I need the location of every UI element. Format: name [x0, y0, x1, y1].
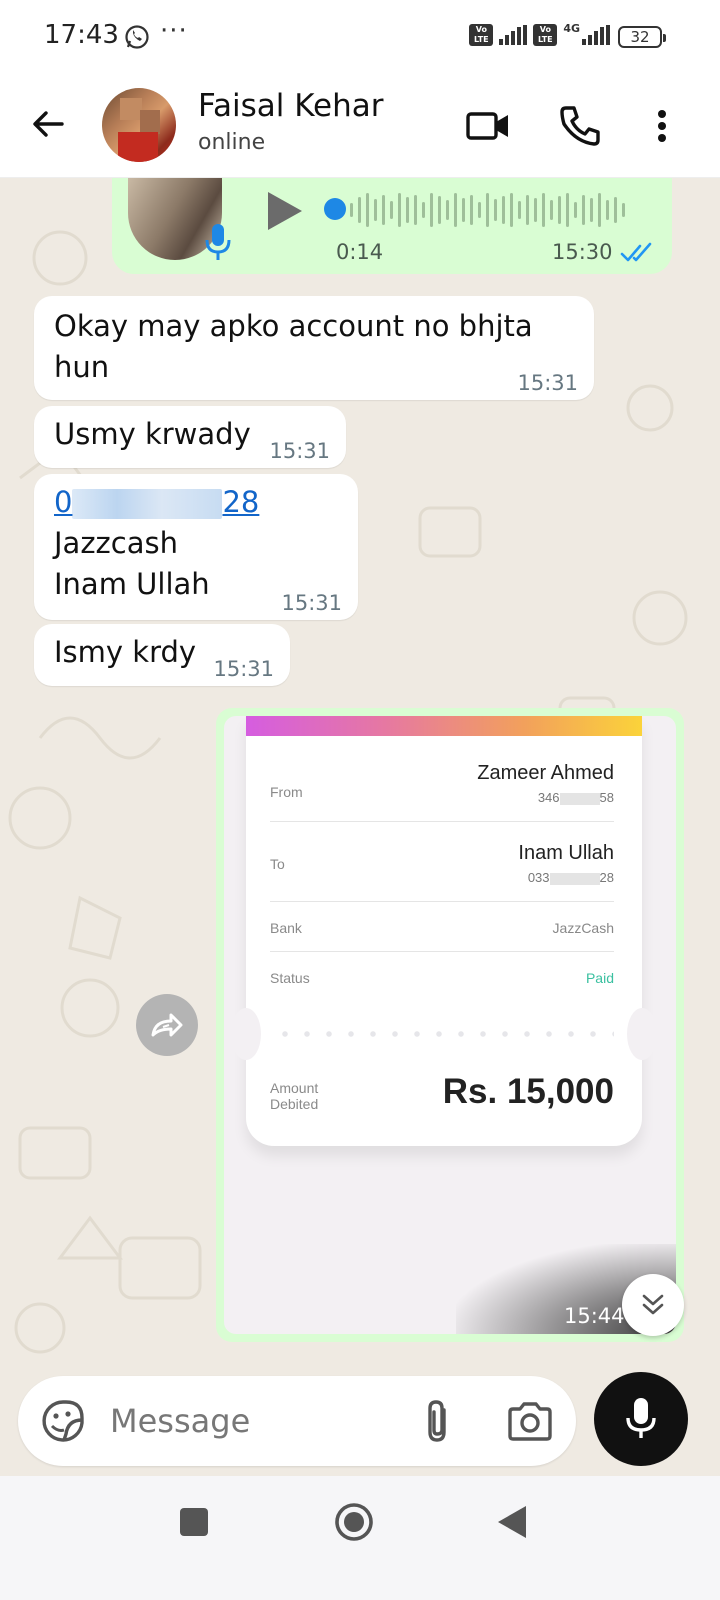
- message-text: Okay may apko account no bhjta: [54, 309, 533, 343]
- video-call-icon[interactable]: [464, 102, 512, 150]
- voice-waveform[interactable]: [350, 192, 650, 228]
- receipt-notch-right: [627, 1008, 657, 1060]
- signal-icon-2: [582, 25, 610, 45]
- receipt-to-label: To: [270, 856, 285, 872]
- back-button[interactable]: [496, 1504, 528, 1540]
- signal-icon: [499, 25, 528, 45]
- receipt-from-name: Zameer Ahmed: [477, 762, 614, 784]
- receipt-from-number: 346 58: [537, 790, 614, 805]
- receipt-to-number: 033 28: [527, 870, 614, 885]
- image-message-bubble[interactable]: From Zameer Ahmed 346 58 To Inam Ullah 03…: [216, 708, 684, 1342]
- phone-icon[interactable]: [556, 102, 604, 150]
- voice-duration: 0:14: [336, 240, 384, 264]
- volte-icon-2: Vo LTE: [533, 24, 558, 46]
- status-bar: 17:43 ··· Vo LTE Vo LTE 4G 32: [0, 0, 720, 76]
- battery-icon: 32: [618, 26, 666, 48]
- incoming-message[interactable]: 0 28 Jazzcash Inam Ullah 15:31: [34, 474, 358, 620]
- receipt-amount-label: Amount Debited: [270, 1080, 319, 1112]
- message-time: 15:31: [281, 591, 342, 615]
- read-ticks-icon: [620, 242, 652, 262]
- receipt-header-bar: [246, 716, 642, 736]
- scroll-to-bottom-button[interactable]: [622, 1274, 684, 1336]
- receipt-amount-value: Rs. 15,000: [442, 1072, 614, 1111]
- message-time: 15:44: [564, 1304, 625, 1328]
- chat-header: Faisal Kehar online: [0, 76, 720, 178]
- account-number-end[interactable]: 28: [222, 485, 259, 519]
- message-time: 15:31: [269, 439, 330, 463]
- account-number-start[interactable]: 0: [54, 485, 72, 519]
- status-more-dots: ···: [160, 16, 188, 46]
- forward-icon: [151, 1013, 183, 1037]
- message-composer: [18, 1376, 576, 1466]
- play-icon[interactable]: [260, 188, 306, 234]
- receipt-divider: [274, 1031, 614, 1037]
- incoming-message[interactable]: Usmy krwady 15:31: [34, 406, 346, 468]
- contact-name[interactable]: Faisal Kehar: [198, 88, 383, 124]
- receipt-notch-left: [231, 1008, 261, 1060]
- mic-icon: [205, 224, 231, 260]
- receipt-image[interactable]: From Zameer Ahmed 346 58 To Inam Ullah 03…: [224, 716, 676, 1334]
- forward-button[interactable]: [136, 994, 198, 1056]
- message-time: 15:31: [517, 371, 578, 395]
- mic-icon: [626, 1398, 656, 1438]
- message-text: hun: [54, 350, 110, 384]
- message-time: 15:31: [213, 657, 274, 681]
- camera-icon[interactable]: [506, 1400, 554, 1442]
- receipt-bank-value: JazzCash: [552, 920, 614, 936]
- receipt-status-label: Status: [270, 970, 310, 986]
- back-arrow-icon[interactable]: [28, 104, 68, 144]
- voice-progress-dot[interactable]: [324, 198, 346, 220]
- sticker-emoji-icon[interactable]: [40, 1398, 86, 1444]
- whatsapp-icon: [125, 25, 149, 49]
- receipt-from-label: From: [270, 784, 303, 800]
- contact-status: online: [198, 130, 266, 155]
- recents-button[interactable]: [180, 1508, 208, 1536]
- incoming-message[interactable]: Ismy krdy 15:31: [34, 624, 290, 686]
- status-time: 17:43: [44, 20, 119, 50]
- volte-icon: Vo LTE: [469, 24, 494, 46]
- message-time: 15:30: [552, 240, 613, 264]
- system-navigation-bar: [0, 1476, 720, 1600]
- message-input[interactable]: [110, 1396, 390, 1446]
- network-type: 4G: [563, 22, 580, 35]
- receipt-bank-label: Bank: [270, 920, 302, 936]
- receipt-to-name: Inam Ullah: [518, 842, 614, 864]
- chat-area[interactable]: 0:14 15:30 Okay may apko account no bhjt…: [0, 178, 720, 1378]
- payment-receipt: From Zameer Ahmed 346 58 To Inam Ullah 03…: [231, 716, 657, 1146]
- attach-icon[interactable]: [418, 1398, 458, 1444]
- avatar[interactable]: [102, 88, 176, 162]
- home-button[interactable]: [334, 1502, 374, 1542]
- more-vert-icon[interactable]: [642, 102, 690, 150]
- message-text: Jazzcash: [54, 526, 178, 560]
- voice-record-button[interactable]: [594, 1372, 688, 1466]
- account-number-link[interactable]: 0 28: [54, 482, 338, 523]
- receipt-status-value: Paid: [585, 970, 614, 986]
- incoming-message[interactable]: Okay may apko account no bhjta hun 15:31: [34, 296, 594, 400]
- redacted-digits: [72, 489, 223, 519]
- voice-message-bubble[interactable]: 0:14 15:30: [112, 178, 672, 274]
- double-chevron-down-icon: [642, 1294, 664, 1315]
